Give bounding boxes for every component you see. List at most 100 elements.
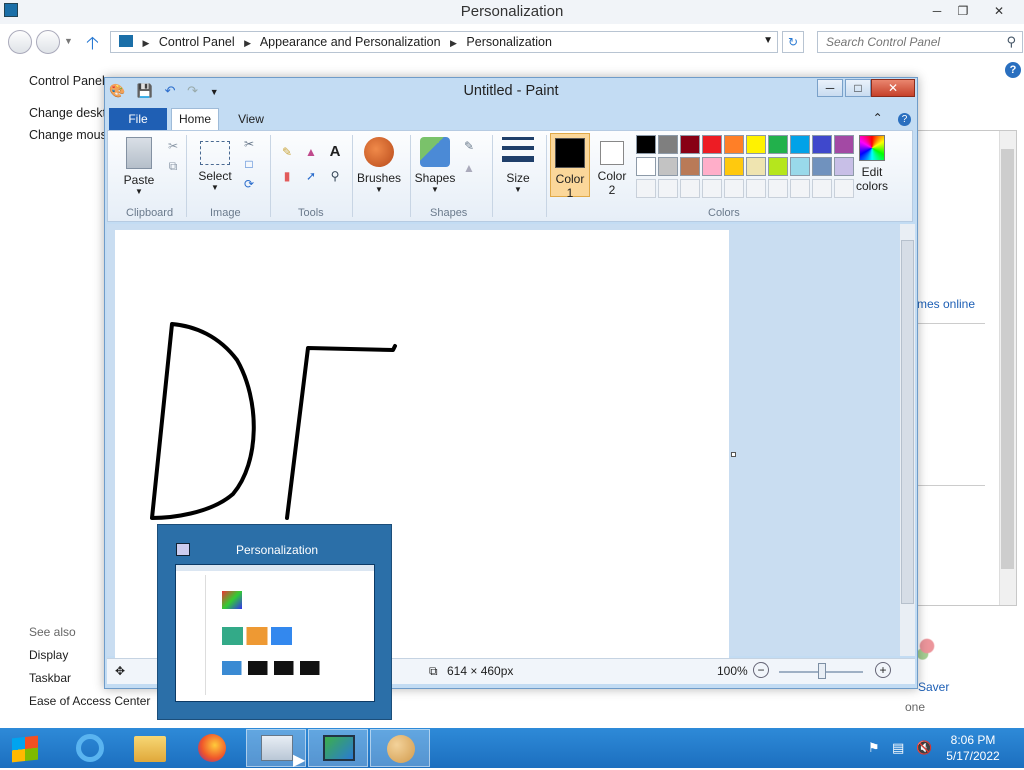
rotate-icon[interactable]: ⟳ bbox=[240, 177, 258, 193]
scrollbar-thumb[interactable] bbox=[901, 240, 914, 604]
paste-button[interactable]: Paste ▼ bbox=[116, 137, 162, 196]
palette-color-swatch[interactable] bbox=[702, 179, 722, 198]
palette-color-swatch[interactable] bbox=[658, 157, 678, 176]
left-item-control-panel-home[interactable]: Control Panel bbox=[29, 74, 113, 88]
search-icon[interactable]: ⚲ bbox=[1006, 34, 1016, 50]
paint-maximize-button[interactable]: □ bbox=[845, 79, 871, 97]
help-icon[interactable]: ? bbox=[1005, 62, 1021, 78]
palette-color-swatch[interactable] bbox=[702, 135, 722, 154]
shapes-button[interactable]: Shapes ▼ bbox=[410, 137, 460, 194]
paint-help-icon[interactable]: ? bbox=[898, 113, 911, 126]
palette-color-swatch[interactable] bbox=[680, 135, 700, 154]
up-arrow-icon[interactable]: 🡡 bbox=[86, 31, 99, 61]
network-icon[interactable]: ▤ bbox=[892, 740, 908, 756]
taskbar-ie-button[interactable] bbox=[60, 729, 120, 767]
palette-color-swatch[interactable] bbox=[812, 157, 832, 176]
crop-icon[interactable]: ✂ bbox=[240, 137, 258, 153]
cp-close-button[interactable]: ✕ bbox=[986, 2, 1012, 20]
taskbar-firefox-button[interactable] bbox=[182, 729, 242, 767]
taskbar-personalization-button[interactable] bbox=[308, 729, 368, 767]
palette-color-swatch[interactable] bbox=[636, 157, 656, 176]
left-item-change-mouse[interactable]: Change mous bbox=[29, 128, 113, 142]
palette-color-swatch[interactable] bbox=[768, 135, 788, 154]
palette-color-swatch[interactable] bbox=[812, 179, 832, 198]
taskbar-control-panel-button[interactable]: ▶ bbox=[246, 729, 306, 769]
cut-icon[interactable]: ✂ bbox=[164, 139, 182, 155]
palette-color-swatch[interactable] bbox=[790, 179, 810, 198]
color2-button[interactable]: Color 2 bbox=[594, 133, 630, 197]
paint-minimize-button[interactable]: ─ bbox=[817, 79, 843, 97]
recent-pages-chevron-icon[interactable]: ▼ bbox=[64, 36, 73, 46]
palette-color-swatch[interactable] bbox=[702, 157, 722, 176]
palette-color-swatch[interactable] bbox=[680, 179, 700, 198]
screen-saver-icon[interactable] bbox=[916, 630, 938, 670]
breadcrumb-appearance[interactable]: Appearance and Personalization bbox=[260, 35, 441, 49]
fill-icon[interactable]: ▲ bbox=[302, 145, 320, 161]
see-also-ease-of-access-link[interactable]: Ease of Access Center bbox=[29, 694, 150, 708]
tab-home[interactable]: Home bbox=[171, 108, 219, 130]
back-button[interactable] bbox=[8, 30, 32, 54]
left-item-change-desktop[interactable]: Change deskto bbox=[29, 106, 113, 120]
palette-color-swatch[interactable] bbox=[724, 179, 744, 198]
search-input[interactable] bbox=[824, 33, 994, 51]
zoom-out-button[interactable]: − bbox=[753, 662, 769, 678]
palette-color-swatch[interactable] bbox=[746, 179, 766, 198]
palette-color-swatch[interactable] bbox=[790, 135, 810, 154]
volume-muted-icon[interactable]: 🔇 bbox=[916, 740, 932, 756]
magnifier-icon[interactable]: ⚲ bbox=[326, 169, 344, 185]
palette-color-swatch[interactable] bbox=[636, 135, 656, 154]
tab-view[interactable]: View bbox=[229, 108, 273, 130]
address-dropdown-icon[interactable]: ▼ bbox=[763, 35, 773, 46]
palette-color-swatch[interactable] bbox=[834, 179, 854, 198]
themes-scrollbar[interactable] bbox=[999, 131, 1016, 605]
edit-colors-button[interactable]: Edit colors bbox=[850, 135, 894, 193]
palette-color-swatch[interactable] bbox=[724, 157, 744, 176]
taskbar-thumbnail-popup[interactable]: Personalization bbox=[157, 524, 392, 720]
canvas-vertical-scrollbar[interactable] bbox=[900, 224, 915, 656]
minimize-ribbon-icon[interactable]: ⌃ bbox=[873, 111, 883, 125]
taskbar-explorer-button[interactable] bbox=[120, 729, 180, 767]
window-preview[interactable] bbox=[175, 564, 375, 702]
palette-color-swatch[interactable] bbox=[768, 179, 788, 198]
cp-restore-button[interactable]: ❐ bbox=[950, 2, 976, 20]
fill-shape-icon[interactable]: ▲ bbox=[460, 161, 478, 177]
scrollbar-thumb[interactable] bbox=[1001, 149, 1014, 569]
text-tool-icon[interactable]: A bbox=[326, 143, 344, 160]
palette-color-swatch[interactable] bbox=[746, 157, 766, 176]
eraser-icon[interactable]: ▮ bbox=[278, 169, 296, 185]
get-more-themes-online-link[interactable]: mes online bbox=[917, 297, 975, 311]
taskbar-paint-button[interactable] bbox=[370, 729, 430, 767]
search-box[interactable]: ⚲ bbox=[817, 31, 1023, 53]
palette-color-swatch[interactable] bbox=[680, 157, 700, 176]
color1-button[interactable]: Color 1 bbox=[550, 133, 590, 200]
screen-saver-link[interactable]: Saver bbox=[918, 680, 949, 694]
resize-icon[interactable]: □ bbox=[240, 157, 258, 173]
palette-color-swatch[interactable] bbox=[812, 135, 832, 154]
canvas-resize-handle[interactable] bbox=[731, 452, 736, 457]
select-button[interactable]: Select ▼ bbox=[192, 137, 238, 192]
palette-color-swatch[interactable] bbox=[834, 135, 854, 154]
breadcrumb-control-panel[interactable]: Control Panel bbox=[159, 35, 235, 49]
palette-color-swatch[interactable] bbox=[790, 157, 810, 176]
palette-color-swatch[interactable] bbox=[658, 179, 678, 198]
palette-color-swatch[interactable] bbox=[636, 179, 656, 198]
palette-color-swatch[interactable] bbox=[724, 135, 744, 154]
brushes-button[interactable]: Brushes ▼ bbox=[354, 137, 404, 194]
palette-color-swatch[interactable] bbox=[746, 135, 766, 154]
palette-color-swatch[interactable] bbox=[658, 135, 678, 154]
cp-minimize-button[interactable]: ─ bbox=[924, 2, 950, 20]
color-picker-icon[interactable]: ➚ bbox=[302, 169, 320, 185]
palette-color-swatch[interactable] bbox=[834, 157, 854, 176]
action-center-flag-icon[interactable]: ⚑ bbox=[868, 740, 884, 756]
zoom-slider-thumb[interactable] bbox=[818, 663, 826, 679]
taskbar-clock[interactable]: 8:06 PM 5/17/2022 bbox=[938, 732, 1008, 764]
paint-close-button[interactable]: ✕ bbox=[871, 79, 915, 97]
breadcrumb-personalization[interactable]: Personalization bbox=[466, 35, 551, 49]
copy-icon[interactable]: ⧉ bbox=[164, 159, 182, 175]
forward-button[interactable] bbox=[36, 30, 60, 54]
palette-color-swatch[interactable] bbox=[768, 157, 788, 176]
zoom-in-button[interactable]: + bbox=[875, 662, 891, 678]
start-button[interactable] bbox=[0, 729, 54, 767]
address-bar[interactable]: ▶ Control Panel ▶ Appearance and Persona… bbox=[110, 31, 778, 53]
size-button[interactable]: Size ▼ bbox=[498, 137, 538, 194]
